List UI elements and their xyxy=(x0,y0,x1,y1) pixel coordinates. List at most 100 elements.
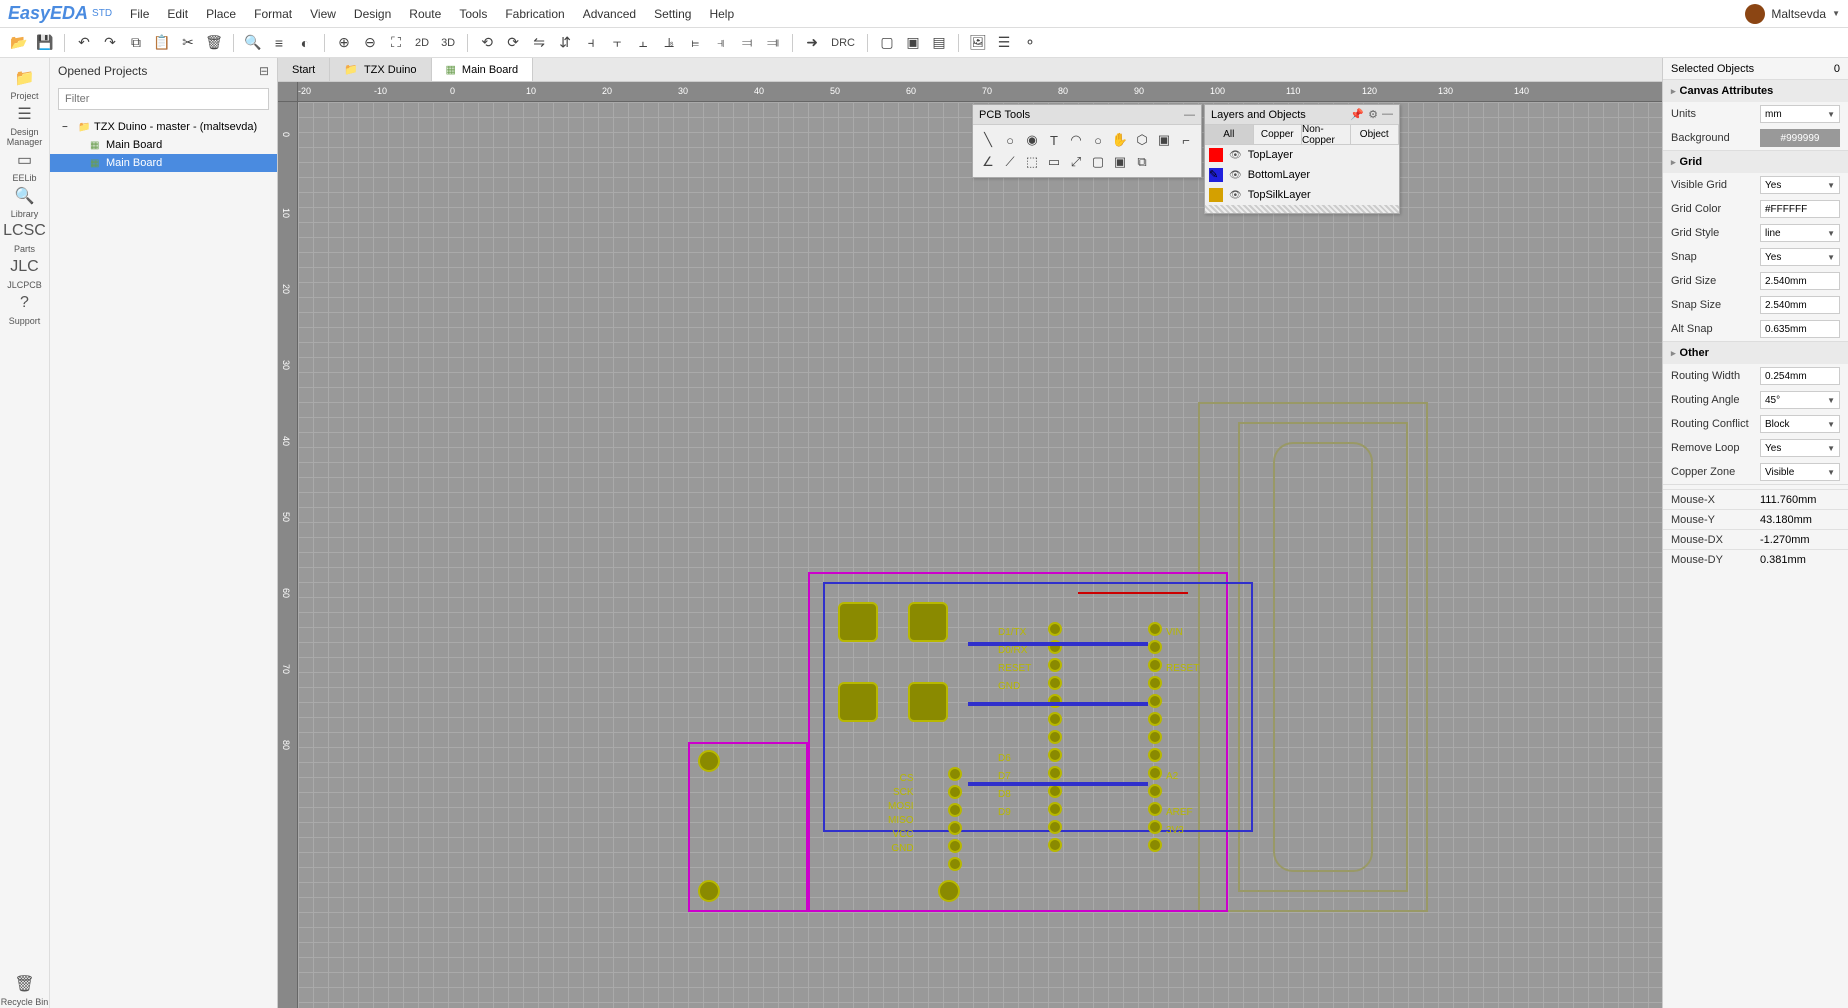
grid-style-select[interactable]: line▼ xyxy=(1760,224,1840,242)
visible-grid-select[interactable]: Yes▼ xyxy=(1760,176,1840,194)
zoom-in-icon[interactable]: ⊕ xyxy=(333,32,355,54)
redo-icon[interactable]: ↷ xyxy=(99,32,121,54)
user-area[interactable]: Maltsevda ▼ xyxy=(1745,4,1840,24)
layer-row-topsilklayer[interactable]: 👁TopSilkLayer xyxy=(1205,185,1399,205)
menu-design[interactable]: Design xyxy=(354,7,391,21)
polyline-tool-icon[interactable]: ⟋ xyxy=(999,151,1021,173)
menu-file[interactable]: File xyxy=(130,7,149,21)
flip-h-icon[interactable]: ⇋ xyxy=(528,32,550,54)
pad-tool-icon[interactable]: ○ xyxy=(999,129,1021,151)
layer-row-bottomlayer[interactable]: ✎👁BottomLayer xyxy=(1205,165,1399,185)
menu-tools[interactable]: Tools xyxy=(459,7,487,21)
cut-icon[interactable]: ✂ xyxy=(177,32,199,54)
view-2d-button[interactable]: 2D xyxy=(411,37,433,49)
routing-angle-select[interactable]: 45°▼ xyxy=(1760,391,1840,409)
snap-select[interactable]: Yes▼ xyxy=(1760,248,1840,266)
recycle-bin[interactable]: 🗑 Recycle Bin xyxy=(1,972,49,1008)
image-icon[interactable]: 🖼 xyxy=(967,32,989,54)
distribute-v-icon[interactable]: ⫥ xyxy=(762,32,784,54)
text-tool-icon[interactable]: T xyxy=(1043,129,1065,151)
via-tool-icon[interactable]: ◉ xyxy=(1021,129,1043,151)
layer-swatch[interactable] xyxy=(1209,188,1223,202)
open-folder-icon[interactable]: 📂 xyxy=(8,32,30,54)
tree-row[interactable]: ▦Main Board xyxy=(50,154,277,172)
tab-tzx-duino[interactable]: 📁TZX Duino xyxy=(330,58,431,81)
align-top-icon[interactable]: ⫡ xyxy=(658,32,680,54)
gear-icon[interactable]: ⚙ xyxy=(1368,108,1378,121)
rail-project[interactable]: 📁Project xyxy=(0,66,49,102)
snap-size-input[interactable]: 2.540mm xyxy=(1760,296,1840,314)
layer-tab-object[interactable]: Object xyxy=(1351,125,1400,144)
image-tool-icon[interactable]: ▣ xyxy=(1153,129,1175,151)
copy-icon[interactable]: ⧉ xyxy=(125,32,147,54)
align-middle-icon[interactable]: ⫢ xyxy=(684,32,706,54)
hole-tool-icon[interactable]: ⬡ xyxy=(1131,129,1153,151)
collapse-icon[interactable]: ⊟ xyxy=(259,64,269,78)
export-bom-icon[interactable]: ▤ xyxy=(928,32,950,54)
menu-edit[interactable]: Edit xyxy=(167,7,188,21)
routing-width-input[interactable]: 0.254mm xyxy=(1760,367,1840,385)
pcb-canvas[interactable]: CSSCKMOSIMISOVCCGND D1/TXD0/RXRESETGND D… xyxy=(298,102,1662,1008)
eye-icon[interactable]: 👁 xyxy=(1229,150,1242,161)
zoom-out-icon[interactable]: ⊖ xyxy=(359,32,381,54)
copper-zone-select[interactable]: Visible▼ xyxy=(1760,463,1840,481)
rail-jlcpcb[interactable]: JLCJLCPCB xyxy=(0,255,49,291)
measure-tool-icon[interactable]: ⤢ xyxy=(1065,151,1087,173)
rail-eelib[interactable]: ▭EELib xyxy=(0,148,49,184)
fit-screen-icon[interactable]: ⛶ xyxy=(385,32,407,54)
alt-snap-input[interactable]: 0.635mm xyxy=(1760,320,1840,338)
flip-v-icon[interactable]: ⇵ xyxy=(554,32,576,54)
expand-icon[interactable]: − xyxy=(62,122,74,133)
minimize-icon[interactable]: — xyxy=(1382,108,1393,121)
eye-icon[interactable]: 👁 xyxy=(1229,190,1242,201)
layer-tab-non-copper[interactable]: Non-Copper xyxy=(1302,125,1351,144)
filter-icon[interactable]: ≡ xyxy=(268,32,290,54)
menu-route[interactable]: Route xyxy=(409,7,441,21)
pcb-tools-header[interactable]: PCB Tools — xyxy=(973,105,1201,125)
rotate-left-icon[interactable]: ⟲ xyxy=(476,32,498,54)
share-icon[interactable]: ⚬ xyxy=(1019,32,1041,54)
circle-tool-icon[interactable]: ○ xyxy=(1087,129,1109,151)
menu-view[interactable]: View xyxy=(310,7,336,21)
filter-input[interactable] xyxy=(58,88,269,110)
routing-conflict-select[interactable]: Block▼ xyxy=(1760,415,1840,433)
menu-advanced[interactable]: Advanced xyxy=(583,7,636,21)
region-tool-icon[interactable]: ▭ xyxy=(1043,151,1065,173)
search-icon[interactable]: 🔍 xyxy=(242,32,264,54)
minimize-icon[interactable]: — xyxy=(1184,109,1195,121)
line-tool-icon[interactable]: ⌐ xyxy=(1175,129,1197,151)
units-select[interactable]: mm▼ xyxy=(1760,105,1840,123)
connect-tool-icon[interactable]: ⧉ xyxy=(1131,151,1153,173)
angle-tool-icon[interactable]: ∠ xyxy=(977,151,999,173)
layers-panel[interactable]: Layers and Objects 📌 ⚙ — AllCopperNon-Co… xyxy=(1204,104,1400,214)
eye-icon[interactable]: 👁 xyxy=(1229,170,1242,181)
resize-handle[interactable] xyxy=(1205,205,1399,213)
rail-support[interactable]: ?Support xyxy=(0,291,49,327)
view-3d-button[interactable]: 3D xyxy=(437,37,459,49)
menu-format[interactable]: Format xyxy=(254,7,292,21)
rect-tool-icon[interactable]: ▢ xyxy=(1087,151,1109,173)
menu-setting[interactable]: Setting xyxy=(654,7,691,21)
rect-dash-icon[interactable]: ⬚ xyxy=(1021,151,1043,173)
remove-loop-select[interactable]: Yes▼ xyxy=(1760,439,1840,457)
tree-row[interactable]: ▦Main Board xyxy=(50,136,277,154)
track-tool-icon[interactable]: ╲ xyxy=(977,129,999,151)
menu-fabrication[interactable]: Fabrication xyxy=(505,7,564,21)
grid-color-input[interactable]: #FFFFFF xyxy=(1760,200,1840,218)
section-title[interactable]: Other xyxy=(1663,342,1848,364)
tab-start[interactable]: Start xyxy=(278,58,330,81)
pin-icon[interactable]: 📌 xyxy=(1350,108,1364,121)
layer-swatch[interactable]: ✎ xyxy=(1209,168,1223,182)
arrow-icon[interactable]: ➜ xyxy=(801,32,823,54)
pcb-tools-panel[interactable]: PCB Tools — ╲ ○ ◉ T ◠ ○ ✋ ⬡ ▣ ⌐ ∠ ⟋ ⬚ xyxy=(972,104,1202,178)
menu-help[interactable]: Help xyxy=(709,7,734,21)
save-icon[interactable]: 💾 xyxy=(34,32,56,54)
layer-row-toplayer[interactable]: 👁TopLayer xyxy=(1205,145,1399,165)
rail-library[interactable]: 🔍Library xyxy=(0,184,49,220)
menu-place[interactable]: Place xyxy=(206,7,236,21)
layers-header[interactable]: Layers and Objects 📌 ⚙ — xyxy=(1205,105,1399,125)
undo-icon[interactable]: ↶ xyxy=(73,32,95,54)
tab-main-board[interactable]: ▦Main Board xyxy=(432,58,534,81)
delete-icon[interactable]: 🗑 xyxy=(203,32,225,54)
tree-row[interactable]: −📁TZX Duino - master - (maltsevda) xyxy=(50,118,277,136)
